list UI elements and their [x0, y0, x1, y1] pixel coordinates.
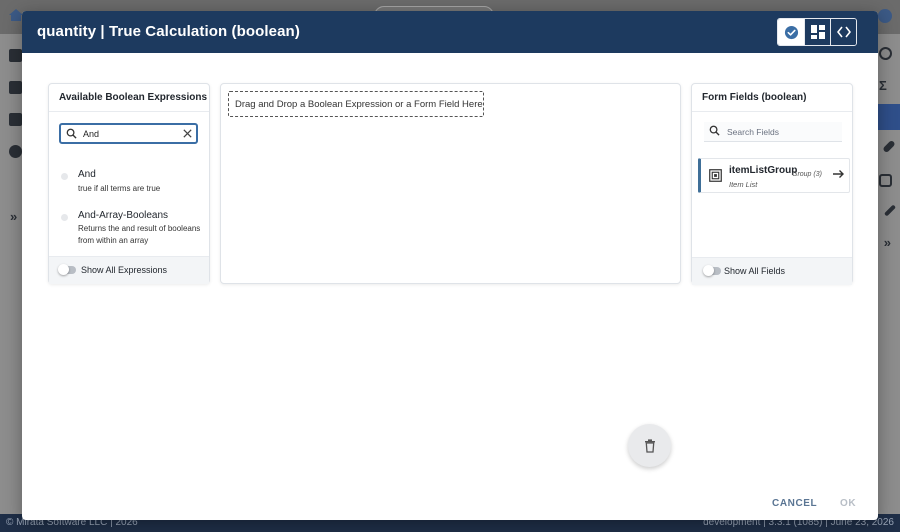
toggle-knob	[703, 265, 714, 276]
layers-icon	[9, 49, 22, 62]
expression-search-value: And	[83, 129, 100, 139]
expression-name: And	[78, 169, 96, 180]
puzzle-icon	[9, 113, 22, 126]
form-fields-panel: Form Fields (boolean) Search Fields item…	[691, 83, 853, 285]
home-icon	[9, 9, 23, 21]
trash-icon	[644, 438, 655, 453]
available-expressions-title: Available Boolean Expressions	[49, 84, 209, 112]
expression-item-and[interactable]: And true if all terms are true	[49, 167, 209, 201]
show-all-expressions-label: Show All Expressions	[81, 265, 168, 275]
field-type: Group (3)	[792, 171, 822, 178]
gear-icon	[9, 145, 22, 158]
show-all-fields-label: Show All Fields	[724, 266, 786, 276]
preview-icon	[879, 174, 892, 187]
dashboard-icon	[810, 25, 825, 39]
drag-dot	[61, 173, 68, 180]
field-item-itemlistgroup[interactable]: itemListGroup Item List Group (3)	[698, 158, 850, 193]
visual-builder-button[interactable]	[778, 19, 804, 45]
collapse-chevron-icon: »	[883, 235, 891, 250]
group-field-icon	[709, 169, 722, 182]
drop-zone[interactable]: Drag and Drop a Boolean Expression or a …	[228, 91, 484, 117]
ok-button[interactable]: OK	[840, 498, 856, 509]
expression-name: And-Array-Booleans	[78, 210, 169, 221]
field-name: itemListGroup	[729, 165, 798, 176]
pen-icon	[883, 204, 897, 217]
code-icon	[836, 26, 851, 38]
expression-description: true if all terms are true	[78, 184, 161, 193]
drag-dot	[61, 214, 68, 221]
field-subtitle: Item List	[729, 180, 758, 189]
dialog-header: quantity | True Calculation (boolean)	[22, 11, 878, 53]
dashboard-icon	[9, 81, 22, 94]
gear-icon	[879, 47, 892, 60]
cancel-button[interactable]: CANCEL	[772, 498, 817, 509]
toggle-knob	[58, 264, 69, 275]
arrow-right-icon[interactable]	[833, 169, 845, 179]
show-all-expressions-toggle[interactable]	[58, 264, 76, 275]
form-fields-title: Form Fields (boolean)	[692, 84, 852, 112]
field-search-input[interactable]: Search Fields	[704, 122, 842, 142]
dialog-title: quantity | True Calculation (boolean)	[37, 23, 300, 40]
code-view-button[interactable]	[830, 19, 856, 45]
expression-search-input[interactable]: And	[59, 123, 198, 144]
field-search-placeholder: Search Fields	[727, 127, 779, 137]
background-right-rail: Σ »	[878, 34, 900, 520]
layout-view-button[interactable]	[804, 19, 830, 45]
view-toggle-group	[777, 18, 857, 46]
check-circle-icon	[784, 25, 798, 39]
show-all-fields-row: Show All Fields	[692, 257, 852, 285]
show-all-fields-toggle[interactable]	[703, 265, 721, 276]
drop-zone-hint: Drag and Drop a Boolean Expression or a …	[235, 99, 483, 110]
search-icon	[709, 125, 720, 136]
expression-canvas[interactable]: Drag and Drop a Boolean Expression or a …	[220, 83, 681, 284]
search-icon	[66, 128, 77, 139]
expand-chevron-icon: »	[10, 209, 18, 224]
expression-item-and-array-booleans[interactable]: And-Array-Booleans Returns the and resul…	[49, 208, 209, 254]
calculation-dialog: quantity | True Calculation (boolean) Av…	[22, 11, 878, 520]
expression-description: Returns the and result of booleans from …	[78, 224, 201, 245]
available-expressions-panel: Available Boolean Expressions And And tr…	[48, 83, 210, 284]
check-rail-item	[878, 104, 900, 130]
wrench-icon	[882, 139, 896, 154]
delete-button[interactable]	[628, 424, 671, 467]
show-all-expressions-row: Show All Expressions	[49, 256, 209, 284]
user-avatar-icon	[878, 9, 892, 23]
clear-search-icon[interactable]	[182, 128, 193, 139]
sigma-icon: Σ	[879, 78, 887, 93]
background-left-rail: »	[0, 34, 22, 520]
